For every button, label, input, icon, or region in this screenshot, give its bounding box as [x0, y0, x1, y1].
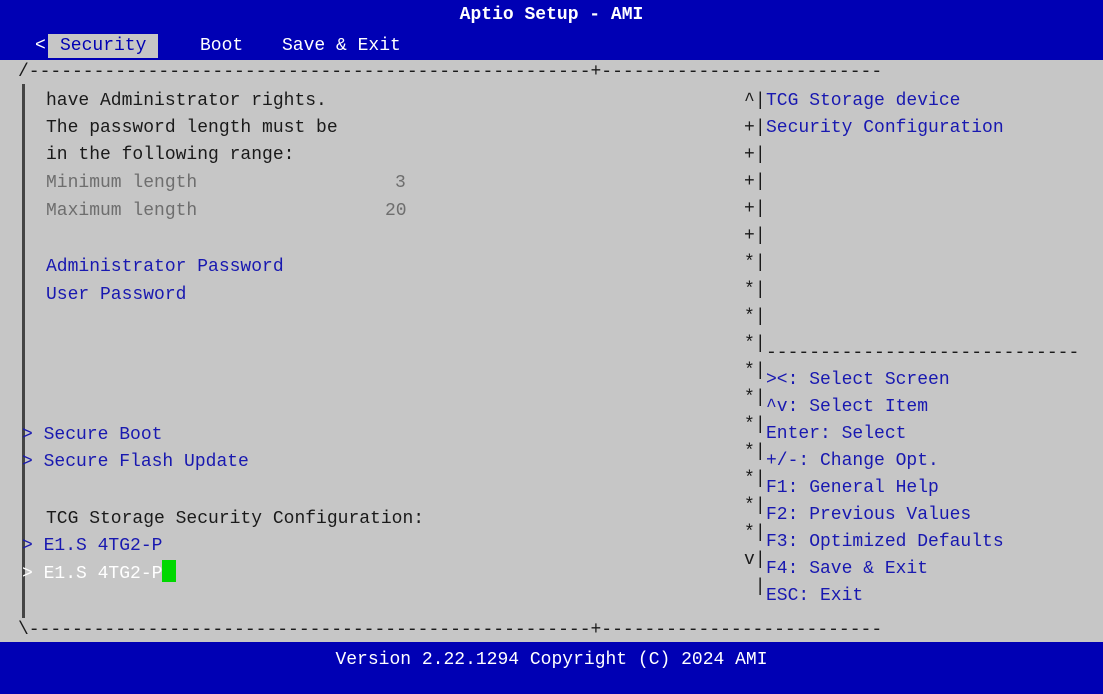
drive-item-1[interactable]: > E1.S 4TG2-P: [22, 533, 162, 560]
desc-line-3: in the following range:: [46, 145, 295, 165]
desc-line-1: have Administrator rights.: [46, 91, 327, 111]
key-optimized-defaults: F3: Optimized Defaults: [766, 532, 1004, 552]
key-general-help: F1: General Help: [766, 478, 939, 498]
tab-boot[interactable]: Boot: [200, 34, 243, 58]
secure-flash-update-item[interactable]: > Secure Flash Update: [22, 449, 249, 476]
window-title: Aptio Setup - AMI: [0, 0, 1103, 30]
drive-item-1-label: E1.S 4TG2-P: [43, 536, 163, 556]
tab-security[interactable]: Security: [48, 34, 159, 58]
min-length-value: 3: [395, 173, 406, 193]
help-text-line-1: TCG Storage device: [766, 91, 961, 111]
key-select-item: ^v: Select Item: [766, 397, 929, 417]
scroll-marks: ^| +| +| +| +| +| *| *| *| *| *| *| *| *…: [744, 91, 766, 597]
help-divider: -----------------------------: [766, 343, 1080, 363]
key-save-exit: F4: Save & Exit: [766, 559, 929, 579]
key-enter-select: Enter: Select: [766, 424, 907, 444]
drive-item-2-label: E1.S 4TG2-P: [43, 564, 163, 584]
drive-item-2-selected[interactable]: > E1.S 4TG2-P: [22, 560, 177, 588]
secure-boot-label: Secure Boot: [43, 425, 163, 445]
key-previous-values: F2: Previous Values: [766, 505, 972, 525]
menu-bar: < Security Boot Save & Exit: [0, 30, 1103, 60]
administrator-password-item[interactable]: Administrator Password: [46, 254, 284, 281]
user-password-item[interactable]: User Password: [46, 282, 186, 309]
key-esc-exit: ESC: Exit: [766, 586, 864, 606]
help-text-line-2: Security Configuration: [766, 118, 1004, 138]
text-cursor: [162, 560, 177, 582]
tcg-heading: TCG Storage Security Configuration:: [46, 509, 425, 529]
top-border: /---------------------------------------…: [18, 62, 883, 82]
tab-save-exit[interactable]: Save & Exit: [282, 34, 401, 58]
max-length-value: 20: [385, 201, 407, 221]
min-length-label: Minimum length: [46, 173, 198, 193]
key-select-screen: ><: Select Screen: [766, 370, 950, 390]
secure-flash-update-label: Secure Flash Update: [43, 452, 249, 472]
desc-line-2: The password length must be: [46, 118, 338, 138]
secure-boot-item[interactable]: > Secure Boot: [22, 422, 162, 449]
bottom-border: \---------------------------------------…: [18, 620, 883, 640]
scroll-left-indicator[interactable]: <: [35, 34, 46, 58]
footer-version: Version 2.22.1294 Copyright (C) 2024 AMI: [0, 642, 1103, 694]
key-change-opt: +/-: Change Opt.: [766, 451, 939, 471]
max-length-label: Maximum length: [46, 201, 198, 221]
